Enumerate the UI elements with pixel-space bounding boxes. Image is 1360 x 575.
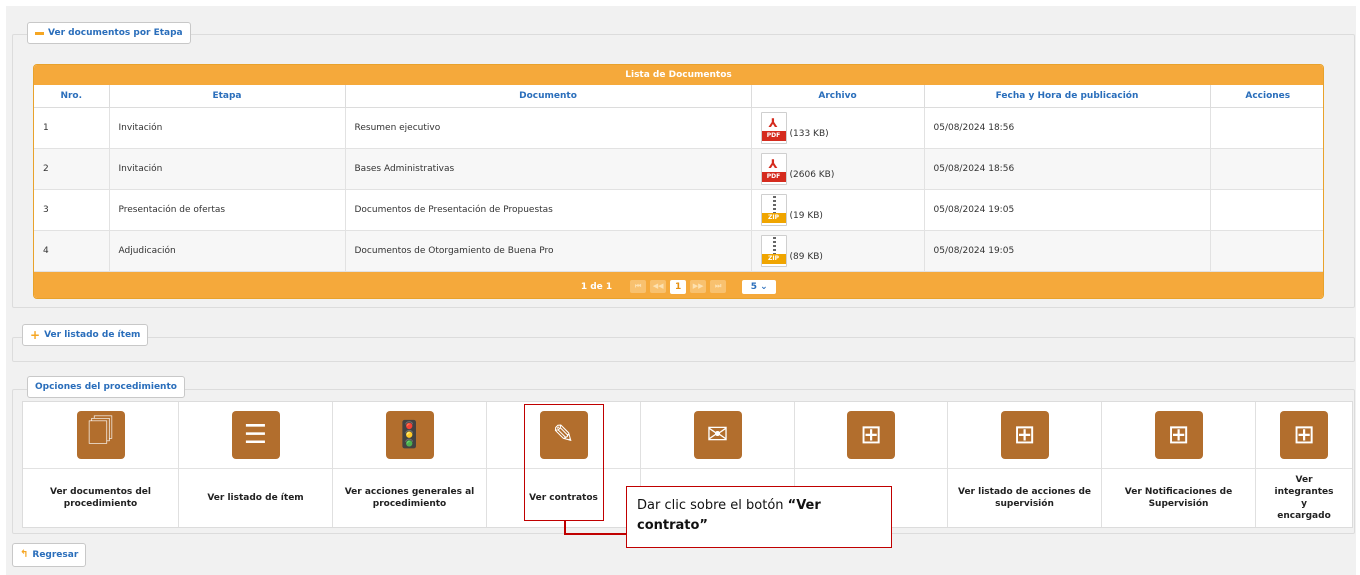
cell-documento: Documentos de Otorgamiento de Buena Pro bbox=[345, 230, 752, 272]
documents-clock-icon[interactable]: 🗍 bbox=[76, 411, 125, 459]
documents-table: Nro. Etapa Documento Archivo Fecha y Hor… bbox=[34, 85, 1323, 272]
cell-acciones bbox=[1210, 230, 1323, 272]
documents-table-panel: Lista de Documentos Nro. Etapa Documento… bbox=[33, 64, 1324, 299]
cell-archivo: ⅄ PDF (2606 KB) bbox=[751, 148, 925, 190]
toggle-items-label: Ver listado de ítem bbox=[44, 330, 141, 340]
file-download-link[interactable]: ⅄ PDF (2606 KB) bbox=[760, 152, 924, 185]
column-header-etapa: Etapa bbox=[109, 85, 346, 108]
table-row: 2 Invitación Bases Administrativas ⅄ PDF … bbox=[34, 148, 1323, 190]
cell-nro: 1 bbox=[34, 107, 110, 149]
hierarchy-icon[interactable]: ⊞ bbox=[1154, 411, 1203, 459]
pdf-file-icon[interactable]: ⅄ PDF bbox=[760, 111, 787, 144]
cell-etapa: Invitación bbox=[109, 148, 346, 190]
cell-documento: Bases Administrativas bbox=[345, 148, 752, 190]
option-ver-integrantes[interactable]: ⊞ Ver integrantes y encargado bbox=[1256, 402, 1352, 527]
cell-etapa: Adjudicación bbox=[109, 230, 346, 272]
column-header-acciones: Acciones bbox=[1210, 85, 1323, 108]
file-size: (19 KB) bbox=[789, 210, 823, 221]
zip-file-icon[interactable]: ZIP bbox=[760, 193, 787, 226]
documents-table-title: Lista de Documentos bbox=[34, 65, 1323, 85]
zip-file-icon[interactable]: ZIP bbox=[760, 234, 787, 267]
callout-text: Dar clic sobre el botón bbox=[637, 498, 788, 513]
cell-nro: 4 bbox=[34, 230, 110, 272]
file-download-link[interactable]: ZIP (19 KB) bbox=[760, 193, 924, 226]
items-fieldset bbox=[12, 337, 1355, 362]
option-label[interactable]: Ver Notificaciones de Supervisión bbox=[1102, 469, 1255, 527]
pdf-file-icon[interactable]: ⅄ PDF bbox=[760, 152, 787, 185]
option-ver-acciones-generales[interactable]: 🚦 Ver acciones generales al procedimient… bbox=[333, 402, 487, 527]
document-mail-icon[interactable]: ✉ bbox=[693, 411, 742, 459]
cell-documento: Documentos de Presentación de Propuestas bbox=[345, 189, 752, 231]
cell-documento: Resumen ejecutivo bbox=[345, 107, 752, 149]
option-ver-documentos[interactable]: 🗍 Ver documentos del procedimiento bbox=[23, 402, 179, 527]
pagination-summary: 1 de 1 bbox=[580, 281, 613, 292]
cell-fecha: 05/08/2024 18:56 bbox=[924, 107, 1211, 149]
options-section-title: Opciones del procedimiento bbox=[27, 376, 185, 398]
table-row: 1 Invitación Resumen ejecutivo ⅄ PDF (133… bbox=[34, 107, 1323, 149]
cell-nro: 2 bbox=[34, 148, 110, 190]
column-header-archivo: Archivo bbox=[751, 85, 925, 108]
highlight-ver-contratos bbox=[524, 404, 604, 521]
table-row: 4 Adjudicación Documentos de Otorgamient… bbox=[34, 230, 1323, 272]
option-label[interactable]: Ver listado de acciones de supervisión bbox=[948, 469, 1101, 527]
file-download-link[interactable]: ZIP (89 KB) bbox=[760, 234, 924, 267]
traffic-light-icon[interactable]: 🚦 bbox=[385, 411, 434, 459]
last-page-icon[interactable]: ⏭ bbox=[710, 280, 727, 293]
cell-acciones bbox=[1210, 189, 1323, 231]
cell-fecha: 05/08/2024 18:56 bbox=[924, 148, 1211, 190]
file-size: (133 KB) bbox=[789, 128, 829, 139]
cell-nro: 3 bbox=[34, 189, 110, 231]
cell-acciones bbox=[1210, 107, 1323, 149]
pagination-bar: 1 de 1 ⏮ ◀◀ 1 ▶▶ ⏭ 5 ⌄ bbox=[34, 271, 1323, 298]
cell-fecha: 05/08/2024 19:05 bbox=[924, 189, 1211, 231]
option-label[interactable]: Ver listado de ítem bbox=[201, 469, 309, 527]
cell-archivo: ZIP (19 KB) bbox=[751, 189, 925, 231]
hierarchy-icon[interactable]: ⊞ bbox=[847, 411, 895, 459]
callout-connector bbox=[564, 533, 626, 535]
option-label[interactable]: Ver acciones generales al procedimiento bbox=[333, 469, 486, 527]
toggle-documents-by-stage[interactable]: Ver documentos por Etapa bbox=[27, 22, 191, 44]
column-header-documento: Documento bbox=[345, 85, 752, 108]
cell-acciones bbox=[1210, 148, 1323, 190]
plus-icon: + bbox=[30, 328, 41, 342]
callout-connector bbox=[564, 520, 566, 534]
cell-archivo: ⅄ PDF (133 KB) bbox=[751, 107, 925, 149]
back-button[interactable]: ↰ Regresar bbox=[12, 543, 87, 567]
toggle-documents-label: Ver documentos por Etapa bbox=[48, 28, 183, 38]
file-download-link[interactable]: ⅄ PDF (133 KB) bbox=[760, 111, 924, 144]
first-page-icon[interactable]: ⏮ bbox=[630, 280, 647, 293]
toggle-items-list[interactable]: + Ver listado de ítem bbox=[22, 324, 149, 346]
cell-etapa: Invitación bbox=[109, 107, 346, 149]
hierarchy-icon[interactable]: ⊞ bbox=[1280, 411, 1328, 459]
option-ver-listado-item[interactable]: ☰ Ver listado de ítem bbox=[179, 402, 333, 527]
table-row: 3 Presentación de ofertas Documentos de … bbox=[34, 189, 1323, 231]
table-header-row: Nro. Etapa Documento Archivo Fecha y Hor… bbox=[34, 85, 1323, 108]
hierarchy-icon[interactable]: ⊞ bbox=[1000, 411, 1049, 459]
minus-icon bbox=[35, 31, 44, 35]
option-ver-listado-acciones-supervision[interactable]: ⊞ Ver listado de acciones de supervisión bbox=[948, 402, 1102, 527]
instruction-callout: Dar clic sobre el botón “Ver contrato” bbox=[626, 486, 892, 548]
file-size: (2606 KB) bbox=[789, 169, 835, 180]
next-page-icon[interactable]: ▶▶ bbox=[690, 280, 707, 293]
page-number-button[interactable]: 1 bbox=[670, 279, 687, 294]
cell-etapa: Presentación de ofertas bbox=[109, 189, 346, 231]
chevron-down-icon: ⌄ bbox=[760, 281, 768, 292]
column-header-nro: Nro. bbox=[34, 85, 110, 108]
back-arrow-icon: ↰ bbox=[20, 549, 29, 560]
column-header-fecha: Fecha y Hora de publicación bbox=[924, 85, 1211, 108]
cell-fecha: 05/08/2024 19:05 bbox=[924, 230, 1211, 272]
option-label[interactable]: Ver integrantes y encargado bbox=[1255, 469, 1354, 527]
option-ver-notificaciones-supervision[interactable]: ⊞ Ver Notificaciones de Supervisión bbox=[1102, 402, 1256, 527]
cell-archivo: ZIP (89 KB) bbox=[751, 230, 925, 272]
option-label[interactable]: Ver documentos del procedimiento bbox=[23, 469, 178, 527]
file-size: (89 KB) bbox=[789, 251, 823, 262]
page-size-select[interactable]: 5 ⌄ bbox=[742, 279, 777, 294]
numbered-list-icon[interactable]: ☰ bbox=[231, 411, 280, 459]
back-button-label: Regresar bbox=[32, 550, 79, 560]
previous-page-icon[interactable]: ◀◀ bbox=[650, 280, 667, 293]
